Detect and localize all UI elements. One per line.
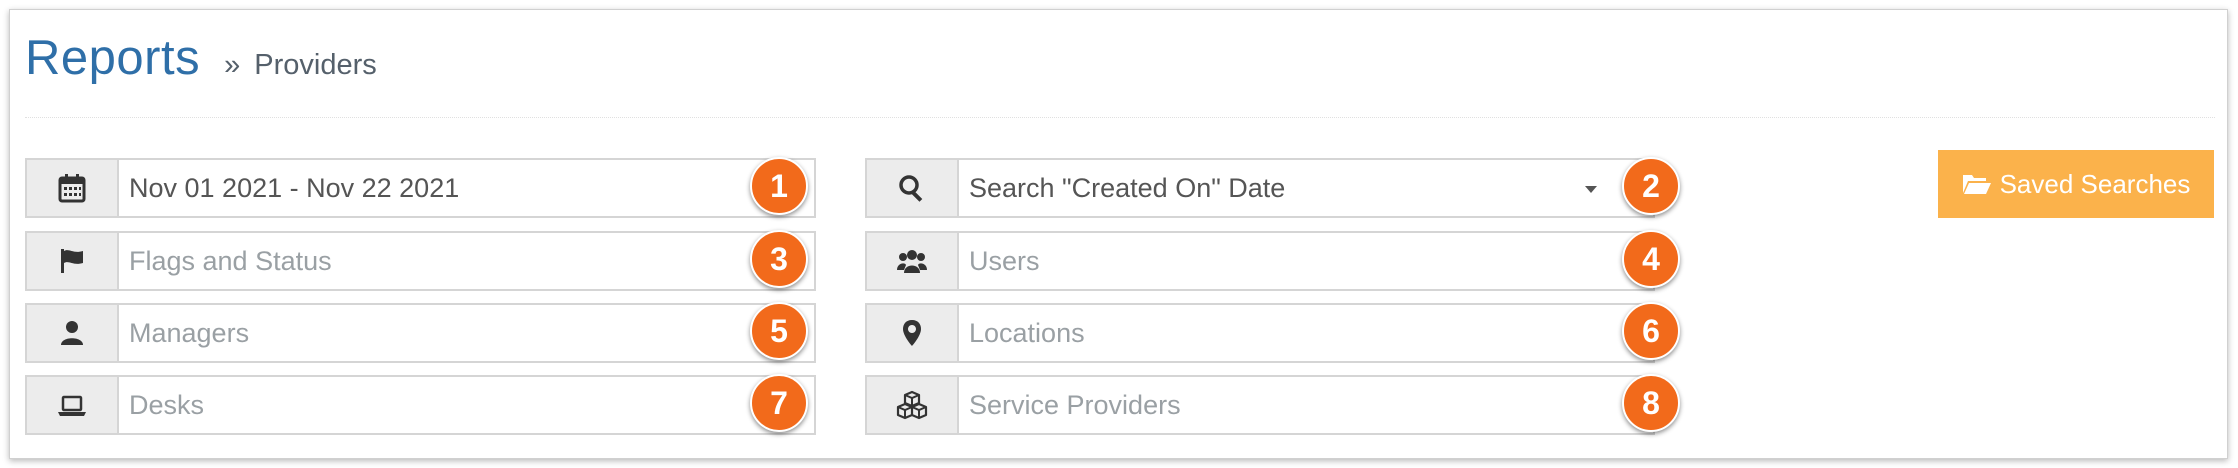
users-field[interactable]: Users (865, 231, 1655, 291)
folder-open-icon (1962, 175, 1991, 194)
desks-placeholder: Desks (129, 389, 205, 420)
badge-6: 6 (1622, 302, 1680, 360)
map-marker-icon (867, 305, 959, 361)
flags-status-field[interactable]: Flags and Status (25, 231, 816, 291)
badge-2: 2 (1622, 157, 1680, 215)
saved-searches-button[interactable]: Saved Searches (1938, 150, 2214, 218)
breadcrumb-separator: » (224, 49, 241, 81)
managers-field[interactable]: Managers (25, 303, 816, 363)
date-range-value: Nov 01 2021 - Nov 22 2021 (129, 172, 460, 203)
service-providers-field[interactable]: Service Providers (865, 375, 1655, 435)
flag-icon (27, 233, 119, 289)
user-icon (27, 305, 119, 361)
search-icon (867, 160, 959, 216)
date-type-value: Search "Created On" Date (969, 172, 1286, 203)
badge-7: 7 (750, 374, 808, 432)
users-placeholder: Users (969, 245, 1040, 276)
chevron-down-icon[interactable] (1585, 186, 1597, 193)
badge-5: 5 (750, 302, 808, 360)
badge-3: 3 (750, 230, 808, 288)
flags-status-placeholder: Flags and Status (129, 245, 332, 276)
calendar-icon (27, 160, 119, 216)
breadcrumb: » Providers (224, 49, 377, 82)
saved-searches-label: Saved Searches (1999, 168, 2191, 199)
badge-8: 8 (1622, 374, 1680, 432)
date-type-select[interactable]: Search "Created On" Date (865, 158, 1655, 218)
desks-field[interactable]: Desks (25, 375, 816, 435)
badge-4: 4 (1622, 230, 1680, 288)
managers-placeholder: Managers (129, 317, 250, 348)
breadcrumb-providers[interactable]: Providers (254, 49, 377, 81)
users-icon (867, 233, 959, 289)
page-title: Reports (25, 31, 201, 85)
page-header: Reports » Providers (25, 30, 377, 100)
locations-placeholder: Locations (969, 317, 1085, 348)
cubes-icon (867, 377, 959, 433)
badge-1: 1 (750, 157, 808, 215)
header-divider (25, 117, 2215, 118)
date-range-field[interactable]: Nov 01 2021 - Nov 22 2021 (25, 158, 816, 218)
service-providers-placeholder: Service Providers (969, 389, 1181, 420)
laptop-icon (27, 377, 119, 433)
locations-field[interactable]: Locations (865, 303, 1655, 363)
